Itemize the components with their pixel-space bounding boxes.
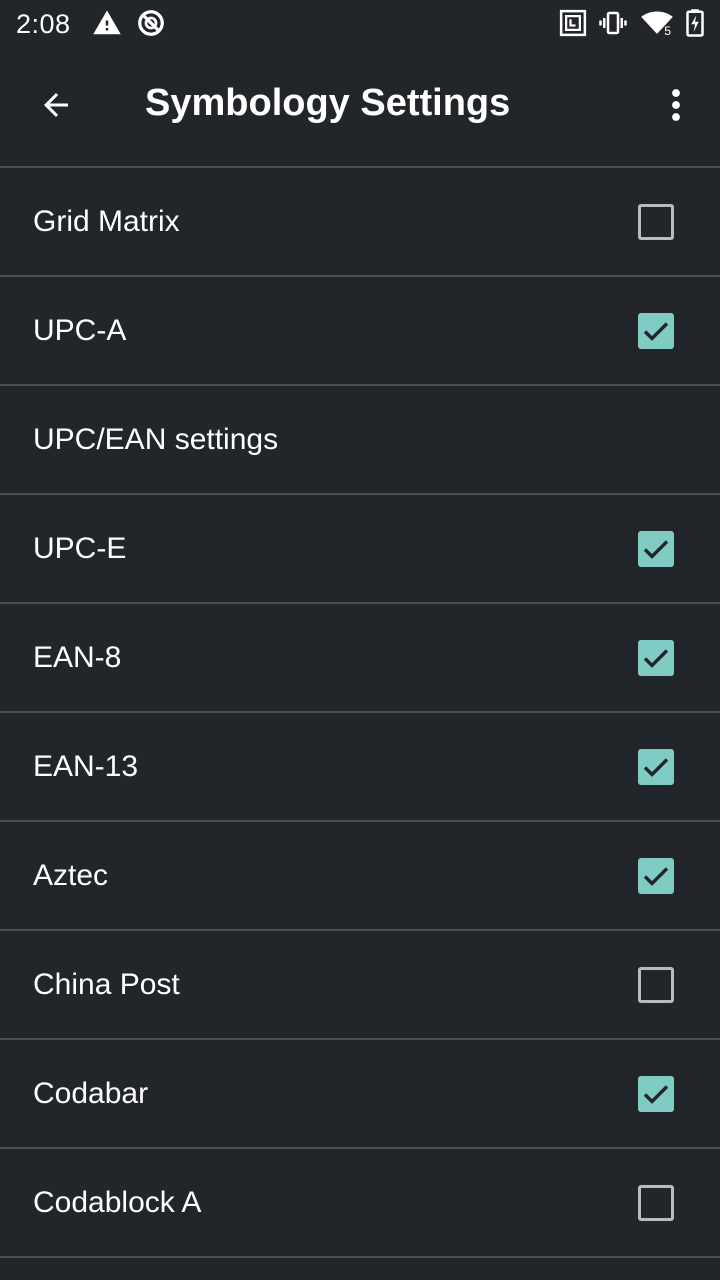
settings-row-label: UPC/EAN settings bbox=[33, 422, 279, 456]
do-not-disturb-icon bbox=[136, 8, 166, 43]
settings-row-label: Codabar bbox=[33, 1076, 149, 1110]
symbology-list: Grid Matrix UPC-A UPC/EAN settings UPC-E… bbox=[0, 166, 720, 1280]
checkbox-checked[interactable] bbox=[638, 749, 674, 785]
battery-charging-icon bbox=[684, 8, 706, 43]
wifi-icon: 5 bbox=[640, 8, 674, 43]
checkbox-checked[interactable] bbox=[638, 1076, 674, 1112]
check-icon bbox=[643, 649, 669, 668]
checkbox-unchecked[interactable] bbox=[638, 1185, 674, 1221]
settings-row-label: EAN-8 bbox=[33, 640, 122, 674]
check-icon bbox=[643, 1085, 669, 1104]
page-title: Symbology Settings bbox=[145, 82, 511, 124]
settings-row-aztec[interactable]: Aztec bbox=[0, 822, 720, 931]
arrow-back-icon bbox=[38, 87, 74, 128]
settings-row-codablock-a[interactable]: Codablock A bbox=[0, 1149, 720, 1258]
vibrate-icon bbox=[598, 8, 628, 43]
warning-icon bbox=[92, 8, 122, 43]
settings-row-grid-matrix[interactable]: Grid Matrix bbox=[0, 168, 720, 277]
settings-row-label: Aztec bbox=[33, 858, 109, 892]
settings-row-upc-ean-settings[interactable]: UPC/EAN settings bbox=[0, 386, 720, 495]
settings-row-upc-e[interactable]: UPC-E bbox=[0, 495, 720, 604]
settings-row-label: EAN-13 bbox=[33, 749, 139, 783]
svg-text:5: 5 bbox=[664, 24, 671, 38]
checkbox-checked[interactable] bbox=[638, 858, 674, 894]
settings-row-label: Codablock A bbox=[33, 1185, 202, 1219]
back-button[interactable] bbox=[24, 77, 88, 137]
settings-row-ean-13[interactable]: EAN-13 bbox=[0, 713, 720, 822]
status-bar: 2:08 5 bbox=[0, 0, 720, 48]
more-vert-icon bbox=[670, 87, 682, 128]
settings-row-label: Grid Matrix bbox=[33, 204, 180, 238]
settings-row-label: UPC-E bbox=[33, 531, 127, 565]
check-icon bbox=[643, 758, 669, 777]
check-icon bbox=[643, 867, 669, 886]
overflow-menu-button[interactable] bbox=[648, 77, 704, 137]
settings-row-codabar[interactable]: Codabar bbox=[0, 1040, 720, 1149]
nfc-icon bbox=[558, 8, 588, 43]
settings-row-label: China Post bbox=[33, 967, 180, 1001]
settings-row-ean-8[interactable]: EAN-8 bbox=[0, 604, 720, 713]
check-icon bbox=[643, 540, 669, 559]
app-bar: Symbology Settings bbox=[0, 48, 720, 166]
checkbox-unchecked[interactable] bbox=[638, 204, 674, 240]
check-icon bbox=[643, 322, 669, 341]
checkbox-unchecked[interactable] bbox=[638, 967, 674, 1003]
checkbox-checked[interactable] bbox=[638, 640, 674, 676]
settings-row-label: UPC-A bbox=[33, 313, 127, 347]
settings-row-china-post[interactable]: China Post bbox=[0, 931, 720, 1040]
settings-row-upc-a[interactable]: UPC-A bbox=[0, 277, 720, 386]
status-time: 2:08 bbox=[16, 9, 71, 39]
checkbox-checked[interactable] bbox=[638, 531, 674, 567]
checkbox-checked[interactable] bbox=[638, 313, 674, 349]
